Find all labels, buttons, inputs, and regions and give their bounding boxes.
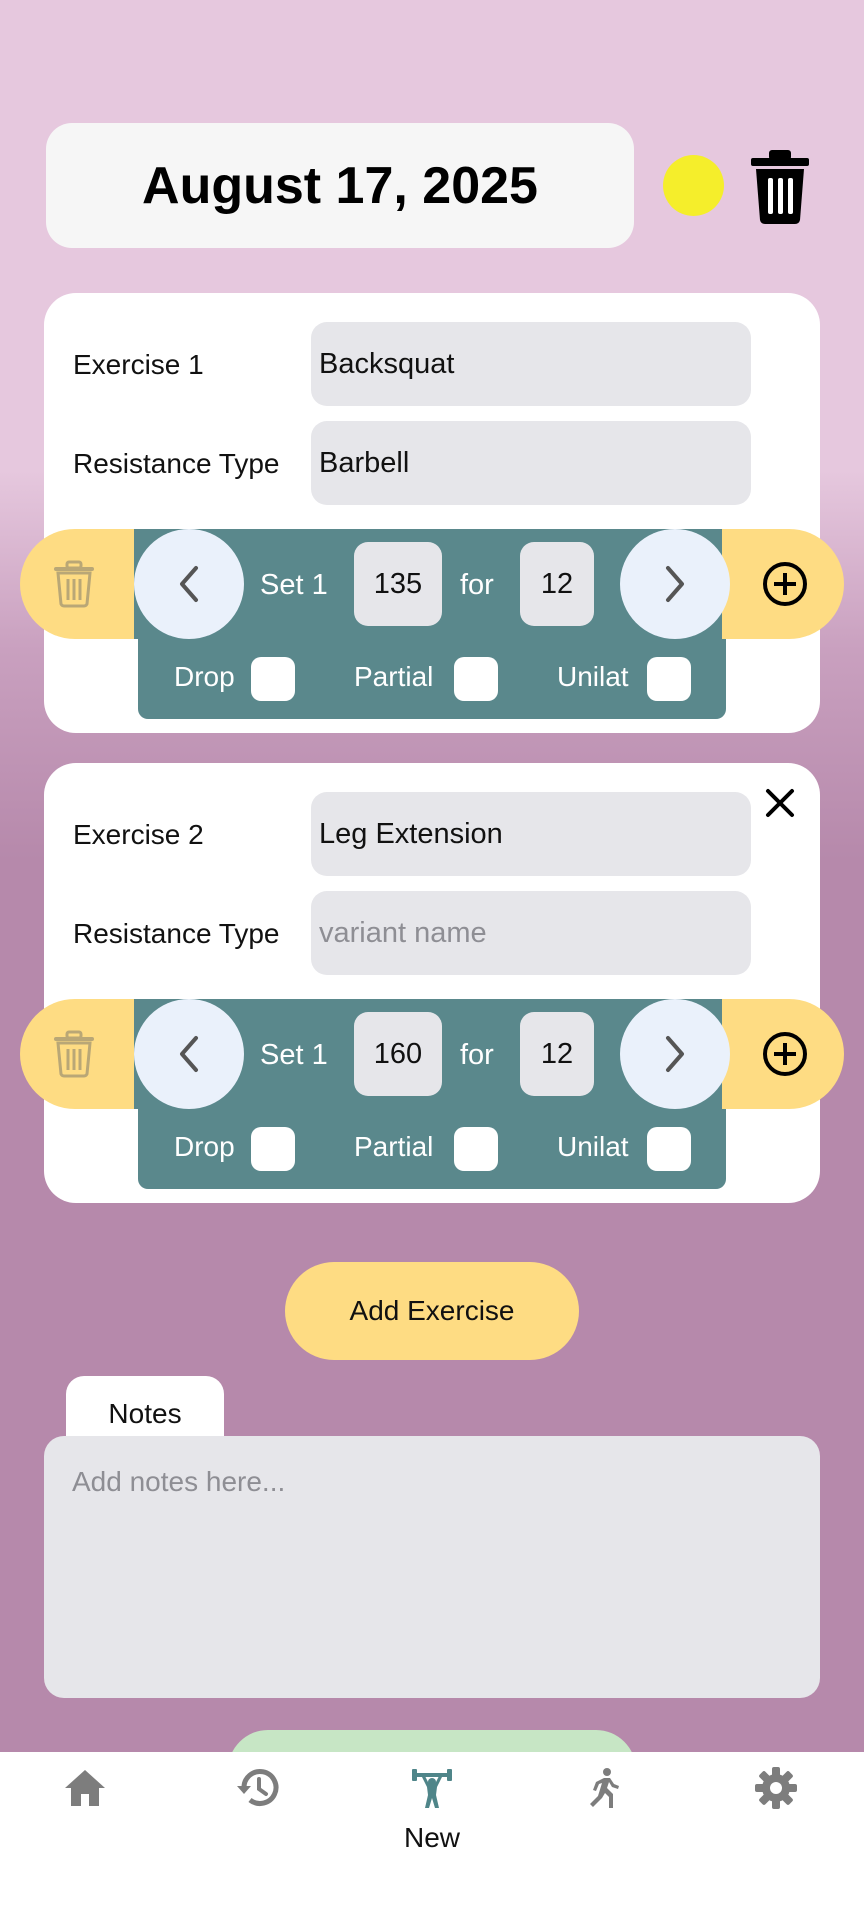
chevron-right-icon [666, 566, 684, 602]
weight-input[interactable]: 135 [354, 542, 442, 626]
delete-set-icon[interactable] [50, 560, 98, 608]
unilat-label: Unilat [557, 661, 629, 692]
set-label: Set 1 [260, 1039, 328, 1071]
exercise-label: Exercise 2 [73, 819, 204, 850]
set-modifiers: Drop Partial Unilat [138, 639, 726, 719]
add-set-icon[interactable] [762, 1031, 808, 1077]
partial-label: Partial [354, 1131, 434, 1162]
add-exercise-button[interactable]: Add Exercise [285, 1262, 579, 1360]
nav-home[interactable] [25, 1752, 145, 1920]
for-label: for [460, 569, 494, 601]
previous-set-button[interactable] [134, 529, 244, 639]
exercise-card-2: Exercise 2 Leg Extension Resistance Type… [20, 763, 844, 1203]
nav-new[interactable]: New [372, 1752, 492, 1920]
next-set-button[interactable] [620, 529, 730, 639]
drop-label: Drop [174, 661, 235, 692]
for-label: for [460, 1039, 494, 1071]
notes-input[interactable]: Add notes here... [44, 1436, 820, 1698]
chevron-left-icon [180, 566, 198, 602]
set-modifiers: Drop Partial Unilat [138, 1109, 726, 1189]
status-indicator[interactable] [663, 155, 724, 216]
set-row: Set 1 160 for 12 [20, 999, 844, 1109]
resistance-type-input[interactable]: variant name [311, 891, 751, 975]
runner-icon [590, 1768, 619, 1808]
close-icon[interactable] [758, 781, 802, 825]
set-row: Set 1 135 for 12 [20, 529, 844, 639]
weight-input[interactable]: 160 [354, 1012, 442, 1096]
set-label: Set 1 [260, 569, 328, 601]
trash-icon[interactable] [747, 148, 813, 224]
nav-label: New [403, 1822, 460, 1853]
previous-set-button[interactable] [134, 999, 244, 1109]
partial-label: Partial [354, 661, 434, 692]
nav-settings[interactable] [716, 1752, 836, 1920]
workout-date[interactable]: August 17, 2025 [46, 123, 634, 248]
reps-input[interactable]: 12 [520, 542, 594, 626]
next-set-button[interactable] [620, 999, 730, 1109]
home-icon [65, 1770, 105, 1806]
exercise-name-input[interactable]: Leg Extension [311, 792, 751, 876]
unilat-label: Unilat [557, 1131, 629, 1162]
reps-input[interactable]: 12 [520, 1012, 594, 1096]
dumbbell-icon [412, 1769, 452, 1808]
drop-label: Drop [174, 1131, 235, 1162]
delete-set-icon[interactable] [50, 1030, 98, 1078]
history-icon [237, 1769, 279, 1806]
drop-checkbox[interactable] [251, 657, 295, 701]
resistance-type-input[interactable]: Barbell [311, 421, 751, 505]
gear-icon [755, 1767, 797, 1809]
exercise-name-input[interactable]: Backsquat [311, 322, 751, 406]
exercise-label: Exercise 1 [73, 349, 204, 380]
unilat-checkbox[interactable] [647, 1127, 691, 1171]
add-set-icon[interactable] [762, 561, 808, 607]
chevron-right-icon [666, 1036, 684, 1072]
bottom-nav: New [0, 1752, 864, 1920]
resistance-type-label: Resistance Type [73, 918, 280, 949]
nav-history[interactable] [198, 1752, 318, 1920]
nav-cardio[interactable] [542, 1752, 662, 1920]
exercise-card-1: Exercise 1 Backsquat Resistance Type Bar… [20, 293, 844, 733]
chevron-left-icon [180, 1036, 198, 1072]
partial-checkbox[interactable] [454, 657, 498, 701]
unilat-checkbox[interactable] [647, 657, 691, 701]
resistance-type-label: Resistance Type [73, 448, 280, 479]
drop-checkbox[interactable] [251, 1127, 295, 1171]
partial-checkbox[interactable] [454, 1127, 498, 1171]
